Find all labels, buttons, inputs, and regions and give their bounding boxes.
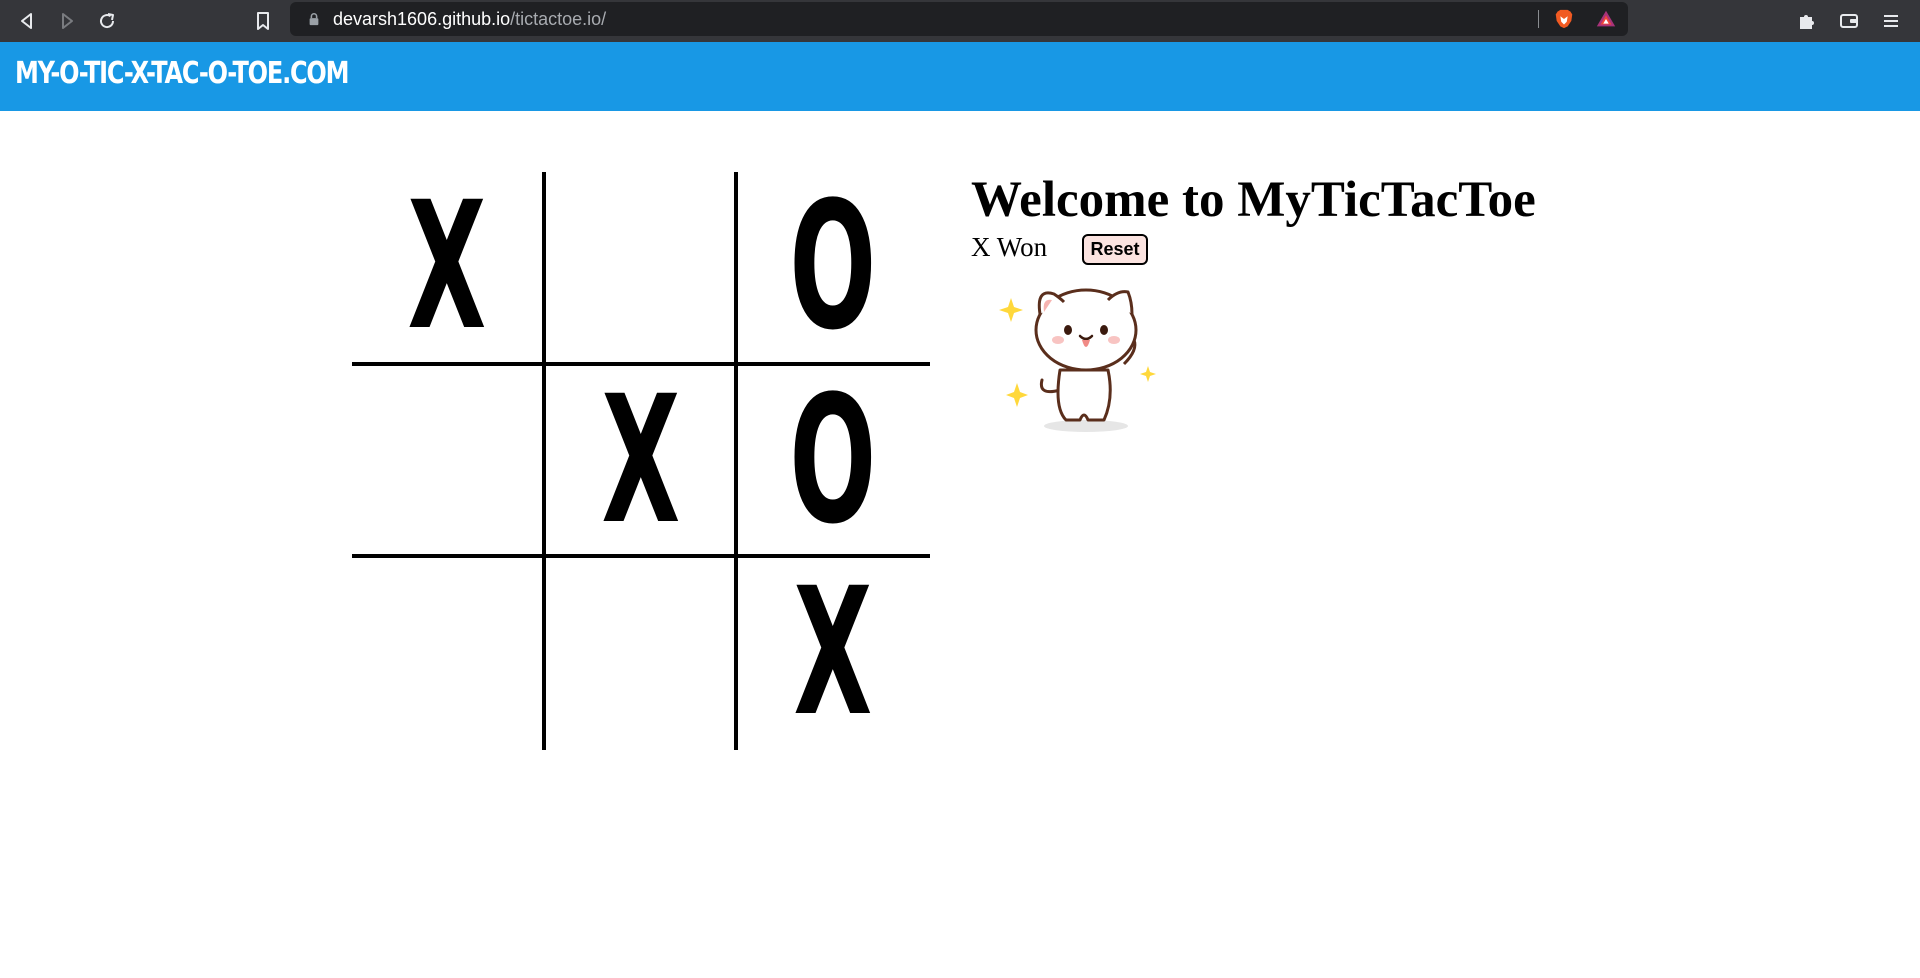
dancing-cat-sticker xyxy=(999,288,1156,432)
page-title: Welcome to MyTicTacToe xyxy=(971,172,1536,228)
board-cell-2[interactable] xyxy=(546,172,736,362)
back-arrow-icon xyxy=(21,13,32,29)
bookmark-icon xyxy=(257,12,269,30)
cell-mark: X xyxy=(601,358,681,563)
wallet-icon xyxy=(1840,14,1858,28)
cell-mark: X xyxy=(793,550,873,755)
board-cell-4[interactable] xyxy=(352,366,542,556)
bookmark-button[interactable] xyxy=(248,6,278,36)
forward-arrow-icon xyxy=(62,13,73,29)
site-logo[interactable]: MY-O-TIC-X-TAC-O-TOE.COM xyxy=(15,56,349,91)
extensions-button[interactable] xyxy=(1794,8,1820,34)
cell-mark: O xyxy=(789,358,877,563)
url-path: /tictactoe.io/ xyxy=(510,9,607,29)
puzzle-icon xyxy=(1800,15,1814,29)
game-status: X Won xyxy=(971,232,1048,262)
forward-button[interactable] xyxy=(52,6,82,36)
wallet-button[interactable] xyxy=(1836,8,1862,34)
game-board: X O X O X xyxy=(352,172,930,750)
url-host: devarsh1606.github.io xyxy=(333,9,511,29)
board-cell-3[interactable]: O xyxy=(738,172,928,362)
cell-mark: X xyxy=(407,164,487,369)
reset-button[interactable]: Reset xyxy=(1082,234,1148,265)
reload-button[interactable] xyxy=(92,6,122,36)
back-button[interactable] xyxy=(12,6,42,36)
hamburger-menu-icon xyxy=(1884,15,1898,27)
board-cell-8[interactable] xyxy=(546,558,736,748)
menu-button[interactable] xyxy=(1878,8,1904,34)
url-text[interactable]: devarsh1606.github.io/tictactoe.io/ xyxy=(333,9,606,30)
board-cell-1[interactable]: X xyxy=(352,172,542,362)
address-bar[interactable]: devarsh1606.github.io/tictactoe.io/ xyxy=(290,2,1628,36)
site-header: MY-O-TIC-X-TAC-O-TOE.COM xyxy=(0,42,1920,111)
brave-lion-icon[interactable] xyxy=(1552,7,1576,31)
board-cell-7[interactable] xyxy=(352,558,542,748)
reload-icon xyxy=(100,13,115,29)
url-divider xyxy=(1538,10,1539,28)
board-cell-9[interactable]: X xyxy=(738,558,928,748)
cell-mark: O xyxy=(789,164,877,369)
lock-icon[interactable] xyxy=(306,11,322,27)
board-cell-5[interactable]: X xyxy=(546,366,736,556)
brave-rewards-icon[interactable] xyxy=(1594,7,1618,31)
board-cell-6[interactable]: O xyxy=(738,366,928,556)
browser-toolbar: devarsh1606.github.io/tictactoe.io/ xyxy=(0,0,1920,42)
